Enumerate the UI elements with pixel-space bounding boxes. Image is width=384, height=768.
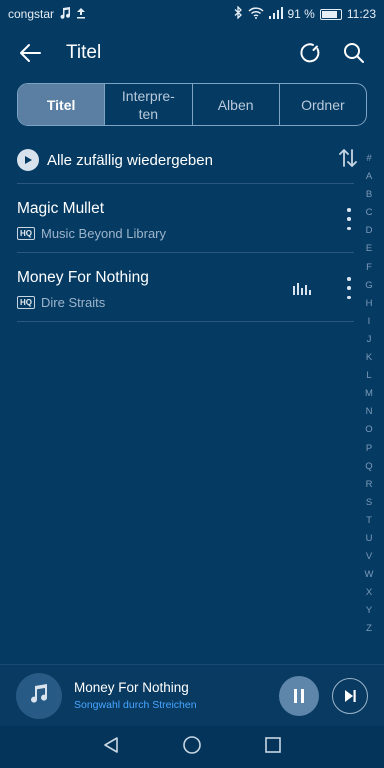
index-letter[interactable]: E <box>366 240 372 258</box>
tab-alben[interactable]: Alben <box>191 84 279 125</box>
play-icon <box>17 149 39 171</box>
shuffle-all-row[interactable]: Alle zufällig wiedergeben <box>17 140 357 180</box>
song-meta: HQ Dire Straits <box>17 295 105 310</box>
index-letter[interactable]: Y <box>366 602 372 620</box>
bluetooth-icon <box>234 5 243 22</box>
index-letter[interactable]: T <box>366 512 372 530</box>
pause-icon <box>294 688 304 703</box>
index-letter[interactable]: F <box>366 259 372 277</box>
player-hint: Songwahl durch Streichen <box>74 699 197 711</box>
album-art <box>16 672 62 719</box>
song-artist: Music Beyond Library <box>41 226 166 241</box>
arrow-left-icon[interactable] <box>14 37 46 69</box>
tab-titel[interactable]: Titel <box>18 84 105 125</box>
shuffle-all-label: Alle zufällig wiedergeben <box>47 151 213 169</box>
status-left: congstar <box>8 6 86 22</box>
clock: 11:23 <box>346 7 376 21</box>
index-letter[interactable]: N <box>366 403 373 421</box>
song-meta: HQ Music Beyond Library <box>17 226 166 241</box>
index-letter[interactable]: Z <box>366 620 372 638</box>
battery-icon <box>319 8 342 20</box>
status-right: 91 % 11:23 <box>234 5 376 22</box>
player-info: Money For Nothing Songwahl durch Streich… <box>74 680 279 711</box>
index-letter[interactable]: X <box>366 584 372 602</box>
index-letter[interactable]: S <box>366 494 372 512</box>
more-options-icon[interactable] <box>342 206 356 232</box>
app-header: Titel <box>0 28 384 78</box>
divider <box>17 321 354 322</box>
song-artist: Dire Straits <box>41 295 106 310</box>
index-letter[interactable]: J <box>367 331 372 349</box>
carrier-name: congstar <box>8 7 55 21</box>
index-letter[interactable]: Q <box>365 458 372 476</box>
player-song-title: Money For Nothing <box>74 680 189 695</box>
hq-badge: HQ <box>17 227 35 240</box>
sort-icon[interactable] <box>339 148 357 173</box>
back-icon[interactable] <box>102 736 120 759</box>
index-letter[interactable]: W <box>365 566 374 584</box>
list-item[interactable]: Money For Nothing HQ Dire Straits <box>17 253 362 321</box>
index-letter[interactable]: R <box>366 476 373 494</box>
wifi-icon <box>247 6 264 22</box>
upload-icon <box>76 7 86 22</box>
index-letter[interactable]: U <box>366 530 373 548</box>
refresh-icon[interactable] <box>294 37 326 69</box>
list-item[interactable]: Magic Mullet HQ Music Beyond Library <box>17 184 362 252</box>
alphabet-index-bar[interactable]: # A B C D E F G H I J K L M N O P Q R S T U V W X Y Z <box>362 150 376 639</box>
music-note-icon <box>59 6 71 22</box>
status-bar: congstar 91 % 11:23 <box>0 0 384 28</box>
index-letter[interactable]: H <box>366 295 373 313</box>
index-letter[interactable]: D <box>366 222 373 240</box>
index-letter[interactable]: O <box>365 421 372 439</box>
index-letter[interactable]: I <box>368 313 371 331</box>
index-letter[interactable]: # <box>366 150 371 168</box>
song-title: Magic Mullet <box>17 200 104 217</box>
battery-percent: 91 % <box>287 7 315 21</box>
index-letter[interactable]: G <box>365 277 372 295</box>
index-letter[interactable]: A <box>366 168 372 186</box>
index-letter[interactable]: P <box>366 440 372 458</box>
hq-badge: HQ <box>17 296 35 309</box>
index-letter[interactable]: L <box>366 367 371 385</box>
music-note-icon <box>28 682 50 709</box>
now-playing-equalizer-icon <box>293 283 311 295</box>
recent-apps-icon[interactable] <box>264 736 282 759</box>
mini-player[interactable]: Money For Nothing Songwahl durch Streich… <box>0 664 384 726</box>
category-tabs: Titel Interpre- ten Alben Ordner <box>17 83 367 126</box>
system-navigation-bar <box>0 726 384 768</box>
home-icon[interactable] <box>182 735 202 760</box>
search-icon[interactable] <box>338 37 370 69</box>
song-title: Money For Nothing <box>17 269 149 286</box>
next-button[interactable] <box>332 677 368 714</box>
skip-next-icon <box>345 689 356 702</box>
index-letter[interactable]: V <box>366 548 372 566</box>
index-letter[interactable]: M <box>365 385 373 403</box>
signal-icon <box>268 6 283 22</box>
tab-interpreten[interactable]: Interpre- ten <box>104 84 191 125</box>
pause-button[interactable] <box>279 675 319 716</box>
index-letter[interactable]: K <box>366 349 372 367</box>
page-title: Titel <box>66 42 102 63</box>
index-letter[interactable]: C <box>366 204 373 222</box>
tab-ordner[interactable]: Ordner <box>278 84 366 125</box>
more-options-icon[interactable] <box>342 275 356 301</box>
index-letter[interactable]: B <box>366 186 372 204</box>
